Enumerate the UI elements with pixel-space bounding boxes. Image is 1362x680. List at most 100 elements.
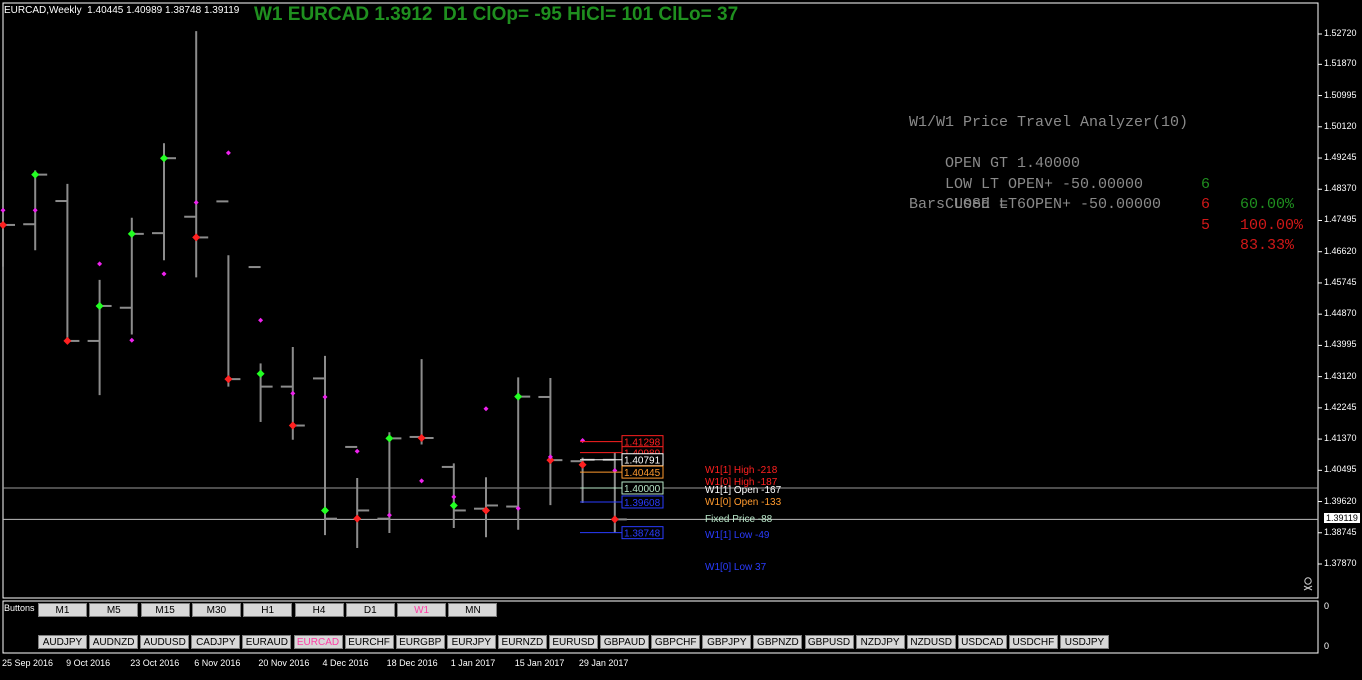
chart-symbol-label: EURCAD,Weekly 1.40445 1.40989 1.38748 1.… (4, 5, 240, 16)
green-marker (385, 434, 394, 443)
timeframe-button-mn[interactable]: MN (448, 603, 498, 617)
symbol-button-eurnzd[interactable]: EURNZD (497, 635, 547, 649)
symbol-button-eurcad[interactable]: EURCAD (293, 635, 343, 649)
magenta-marker (32, 207, 38, 213)
chart-headline: W1 EURCAD 1.3912 D1 ClOp= -95 HiCl= 101 … (254, 4, 739, 25)
date-axis-label: 20 Nov 2016 (258, 658, 310, 668)
price-axis-label: 1.39620 (1324, 495, 1357, 506)
analyzer-row: LOW LT OPEN+ -50.00000 6 100.00% (909, 154, 1303, 234)
symbol-button-eurusd[interactable]: EURUSD (549, 635, 598, 649)
price-axis-label: 1.45745 (1324, 276, 1357, 287)
price-chart[interactable]: 1.412981.409891.407911.404451.400001.396… (0, 0, 1362, 675)
symbol-button-nzdusd[interactable]: NZDUSD (906, 635, 956, 649)
magenta-marker (322, 394, 328, 400)
green-marker (256, 369, 265, 378)
symbol-button-usdjpy[interactable]: USDJPY (1060, 635, 1109, 649)
date-axis-label: 29 Jan 2017 (578, 658, 629, 668)
analyzer-row-percent: 100.00% (1240, 216, 1304, 234)
analyzer-row-count: 6 (1201, 175, 1211, 193)
timeframe-button-w1[interactable]: W1 (397, 603, 447, 617)
symbol-button-audnzd[interactable]: AUDNZD (89, 635, 139, 649)
price-axis-label: 1.51870 (1324, 58, 1357, 69)
red-marker (192, 233, 201, 242)
timeframe-button-m1[interactable]: M1 (38, 603, 87, 617)
red-marker (224, 375, 233, 384)
price-axis-label: 1.40495 (1324, 464, 1357, 475)
timeframe-button-h1[interactable]: H1 (243, 603, 293, 617)
red-marker (288, 421, 297, 430)
analyzer-title: W1/W1 Price Travel Analyzer(10) (909, 114, 1189, 131)
symbol-button-audjpy[interactable]: AUDJPY (38, 635, 87, 649)
magenta-marker (258, 317, 264, 323)
green-marker (31, 170, 40, 179)
date-axis-label: 25 Sep 2016 (2, 658, 54, 668)
analyzer-row-percent: 60.00% (1240, 196, 1295, 213)
symbol-button-eurchf[interactable]: EURCHF (344, 635, 394, 649)
magenta-marker (97, 261, 103, 267)
date-axis-label: 15 Jan 2017 (514, 658, 565, 668)
analyzer-row-percent: 83.33% (1240, 237, 1295, 254)
green-marker (449, 501, 458, 510)
price-axis-label: 1.50120 (1324, 120, 1357, 131)
date-axis-label: 4 Dec 2016 (322, 658, 369, 668)
buttons-label: Buttons (4, 603, 35, 613)
price-axis-label: 1.47495 (1324, 214, 1357, 225)
price-axis-label: 1.50995 (1324, 89, 1357, 100)
skull-icon (1303, 577, 1313, 591)
level-box-value: 1.40791 (624, 456, 661, 467)
price-axis-label: 1.46620 (1324, 245, 1357, 256)
green-marker (95, 301, 104, 310)
timeframe-button-d1[interactable]: D1 (345, 603, 395, 617)
red-marker (417, 434, 426, 443)
green-marker (127, 229, 136, 238)
magenta-marker (290, 390, 296, 396)
timeframe-button-m30[interactable]: M30 (191, 603, 241, 617)
sub-window-scale-label: 0 (1324, 601, 1330, 611)
analyzer-row-count: 6 (1201, 196, 1211, 213)
symbol-button-gbpusd[interactable]: GBPUSD (804, 635, 854, 649)
red-marker (0, 220, 7, 229)
price-axis-label: 1.41370 (1324, 433, 1357, 444)
level-box-value: 1.39608 (624, 498, 661, 509)
timeframe-button-m5[interactable]: M5 (89, 603, 139, 617)
magenta-marker (354, 448, 360, 454)
price-axis-label: 1.42245 (1324, 401, 1357, 412)
price-axis-label: 1.38745 (1324, 526, 1357, 537)
level-label: W1[1] High -218 (705, 465, 778, 476)
symbol-button-gbpchf[interactable]: GBPCHF (651, 635, 701, 649)
magenta-marker (193, 199, 199, 205)
analyzer-row: CLOSE LT OPEN+ -50.00000 5 83.33% (909, 175, 1294, 254)
level-box-value: 1.40000 (624, 484, 661, 495)
level-label: W1[0] Low 37 (705, 562, 767, 573)
symbol-button-gbpjpy[interactable]: GBPJPY (702, 635, 752, 649)
timeframe-button-m15[interactable]: M15 (140, 603, 190, 617)
symbol-button-gbpaud[interactable]: GBPAUD (600, 635, 650, 649)
symbol-button-eurgbp[interactable]: EURGBP (395, 635, 445, 649)
symbol-button-cadjpy[interactable]: CADJPY (191, 635, 241, 649)
current-price-tag: 1.39119 (1324, 513, 1360, 524)
magenta-marker (0, 207, 6, 213)
main-window-frame (2, 2, 1319, 599)
symbol-button-usdchf[interactable]: USDCHF (1008, 635, 1058, 649)
red-marker (63, 336, 72, 345)
magenta-marker (161, 271, 167, 277)
chart-canvas[interactable]: 1.412981.409891.407911.404451.400001.396… (0, 0, 1362, 675)
level-label: W1[0] Open -133 (705, 497, 782, 508)
date-axis-label: 1 Jan 2017 (450, 658, 496, 668)
symbol-button-euraud[interactable]: EURAUD (242, 635, 292, 649)
price-axis-label: 1.48370 (1324, 183, 1357, 194)
price-travel-analyzer-panel: W1/W1 Price Travel Analyzer(10) OPEN GT … (909, 113, 1303, 254)
date-axis-label: 9 Oct 2016 (66, 658, 111, 668)
symbol-button-gbpnzd[interactable]: GBPNZD (753, 635, 803, 649)
symbol-button-usdcad[interactable]: USDCAD (957, 635, 1007, 649)
price-axis-label: 1.52720 (1324, 28, 1357, 38)
symbol-button-audusd[interactable]: AUDUSD (140, 635, 190, 649)
magenta-marker (225, 150, 231, 156)
symbol-button-eurjpy[interactable]: EURJPY (446, 635, 496, 649)
price-axis-label: 1.44870 (1324, 308, 1357, 319)
price-axis-label: 1.43995 (1324, 339, 1357, 350)
symbol-button-nzdjpy[interactable]: NZDJPY (855, 635, 905, 649)
timeframe-button-h4[interactable]: H4 (294, 603, 344, 617)
analyzer-row: OPEN GT 1.40000 6 60.00% (909, 134, 1294, 213)
magenta-marker (580, 438, 586, 444)
